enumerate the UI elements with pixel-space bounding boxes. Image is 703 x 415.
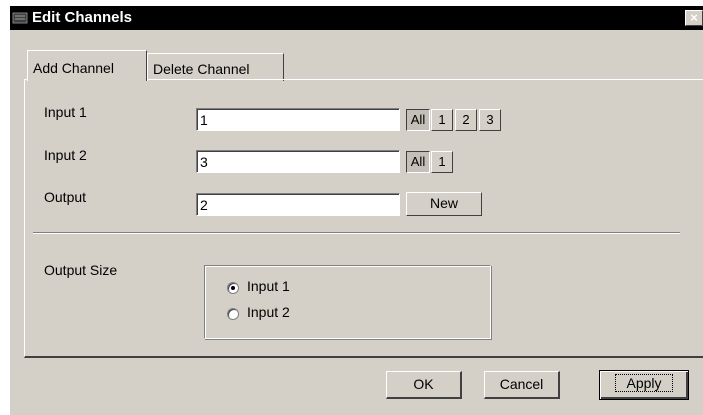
edit-channels-dialog: Edit Channels × Add Channel Delete Chann…	[9, 5, 703, 415]
apply-button[interactable]: Apply	[599, 370, 689, 400]
apply-label: Apply	[615, 374, 673, 392]
tab-add-channel[interactable]: Add Channel	[27, 50, 147, 81]
tab-label: Add Channel	[33, 60, 114, 76]
tab-label: Delete Channel	[153, 61, 250, 77]
close-button[interactable]: ×	[685, 10, 703, 26]
window-icon	[12, 12, 28, 24]
ok-button[interactable]: OK	[386, 371, 462, 399]
window-title: Edit Channels	[32, 9, 133, 26]
close-icon: ×	[690, 10, 698, 25]
title-bar[interactable]: Edit Channels ×	[10, 6, 703, 30]
tab-panel	[24, 79, 703, 358]
cancel-button[interactable]: Cancel	[484, 371, 560, 399]
tab-delete-channel[interactable]: Delete Channel	[147, 53, 284, 81]
